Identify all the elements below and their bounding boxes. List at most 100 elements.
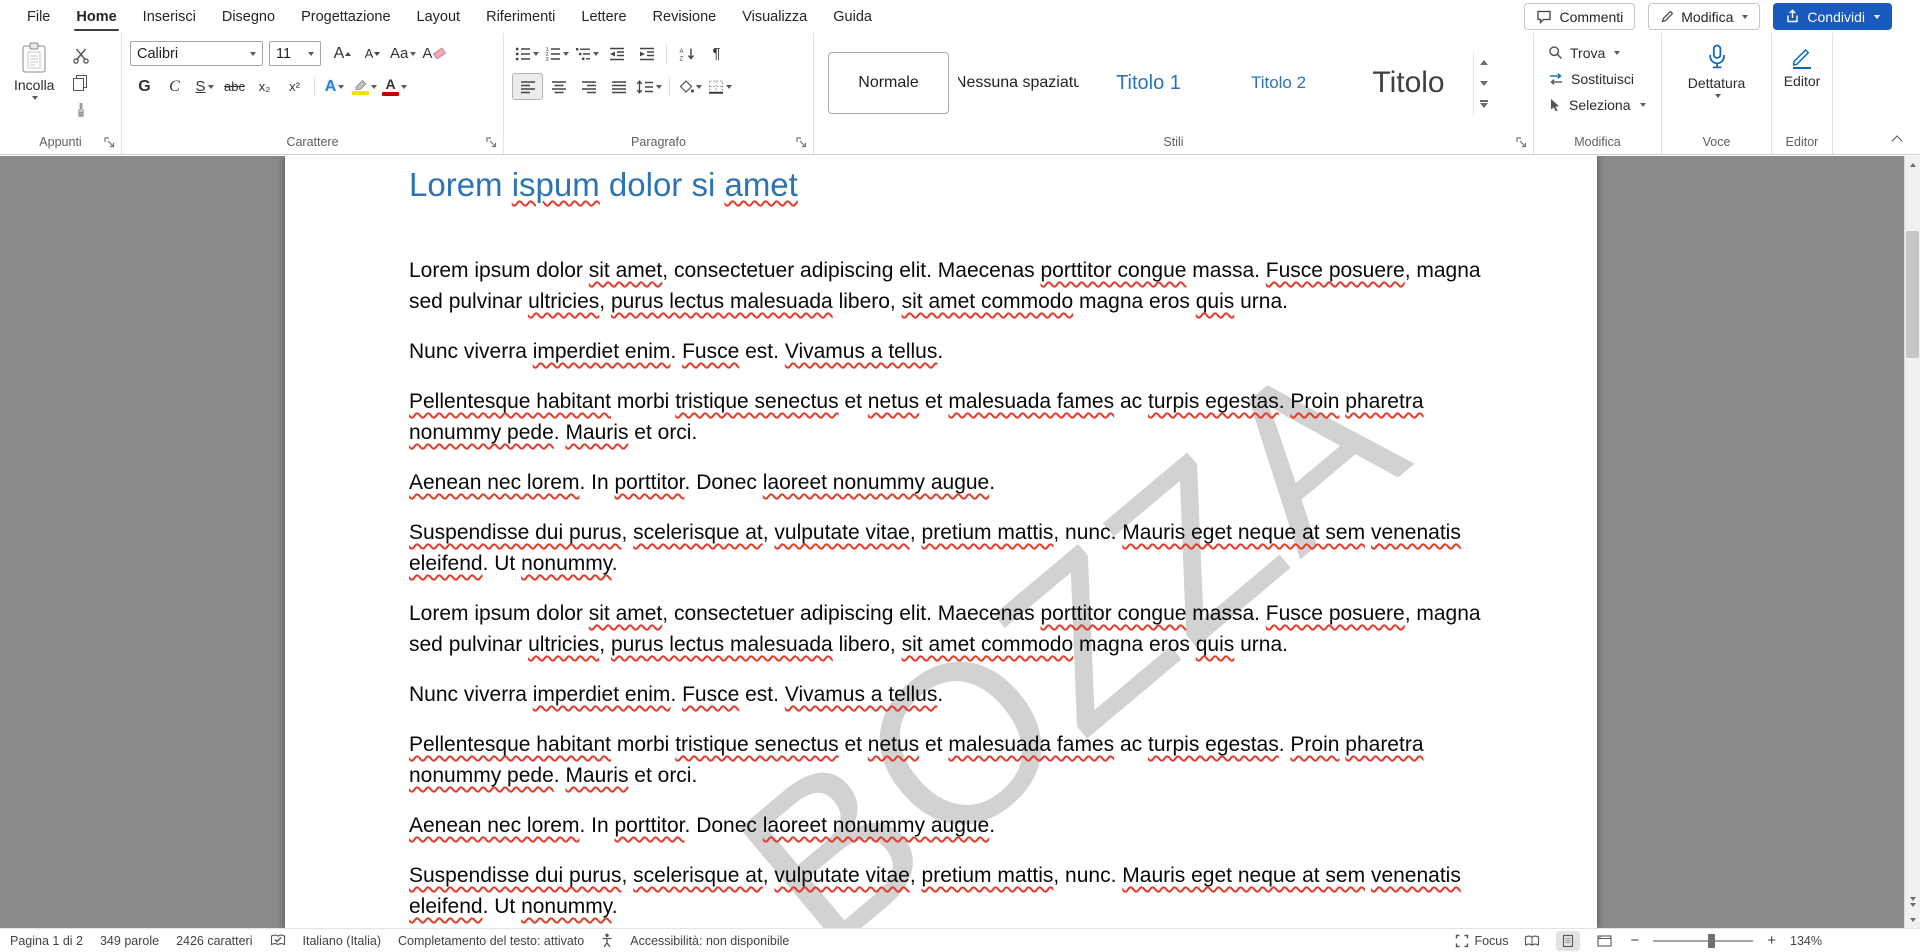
text-run[interactable]: , consectetuer adipiscing elit. (662, 602, 937, 625)
text-run[interactable]: , (910, 521, 922, 544)
text-run[interactable]: . (612, 552, 618, 575)
paragraph-dialog-launcher[interactable] (795, 136, 808, 149)
proofing-status-button[interactable] (270, 934, 286, 947)
misspelled-text[interactable]: scelerisque at (633, 521, 763, 544)
gallery-row-up-button[interactable] (1474, 52, 1494, 73)
text-run[interactable]: magna eros (1073, 290, 1196, 313)
clear-formatting-button[interactable]: A (419, 41, 448, 66)
misspelled-text[interactable]: tristique senectus (675, 390, 838, 413)
text-run[interactable]: , (910, 864, 922, 887)
misspelled-text[interactable]: Pellentesque habitant (409, 733, 611, 756)
font-size-select[interactable]: 11 (269, 41, 321, 66)
paragraph[interactable]: Nunc viverra imperdiet enim. Fusce est. … (409, 679, 1484, 710)
text-run[interactable]: . (670, 340, 682, 363)
text-run[interactable]: Lorem ipsum dolor (409, 602, 589, 625)
menu-tab-revisione[interactable]: Revisione (640, 0, 730, 33)
style-item-titolo-1[interactable]: Titolo 1 (1088, 52, 1209, 114)
editor-button[interactable]: Editor (1778, 37, 1827, 129)
misspelled-text[interactable]: ultricies (528, 290, 599, 313)
accessibility-status[interactable]: Accessibilità: non disponibile (630, 934, 789, 948)
bold-button[interactable]: G (130, 74, 159, 99)
shading-button[interactable] (675, 74, 704, 99)
text-run[interactable]: . Donec (685, 814, 763, 837)
scroll-down-button[interactable] (1905, 911, 1920, 928)
paragraph[interactable]: Lorem ipsum dolor sit amet, consectetuer… (409, 598, 1484, 660)
misspelled-text[interactable]: pretium mattis (922, 864, 1054, 887)
scrollbar-thumb[interactable] (1906, 231, 1919, 358)
dictate-button[interactable]: Dettatura (1682, 37, 1752, 129)
document-heading[interactable]: Lorem ispum dolor si amet (409, 166, 1484, 205)
misspelled-text[interactable]: Vivamus a tellus (785, 340, 938, 363)
text-run[interactable]: est. (739, 340, 785, 363)
document-page[interactable]: BOZZA Lorem ispum dolor si amet Lorem ip… (285, 156, 1597, 928)
misspelled-text[interactable]: porttitor congue (1041, 602, 1187, 625)
vertical-scrollbar[interactable] (1904, 156, 1920, 928)
text-run[interactable]: urna. (1234, 633, 1288, 656)
misspelled-text[interactable]: laoreet nonummy augue (763, 471, 989, 494)
replace-button[interactable]: Sostituisci (1542, 66, 1653, 91)
menu-tab-layout[interactable]: Layout (404, 0, 474, 33)
text-run[interactable]: . (612, 895, 618, 918)
misspelled-text[interactable]: Vivamus a tellus (785, 683, 938, 706)
show-formatting-button[interactable]: ¶ (702, 41, 731, 66)
text-run[interactable]: , (599, 633, 611, 656)
text-run[interactable]: . (937, 340, 943, 363)
text-run[interactable]: , (763, 521, 775, 544)
text-run[interactable]: . (1279, 390, 1291, 413)
misspelled-text[interactable]: Mauris eget neque at sem (1122, 521, 1365, 544)
misspelled-text[interactable]: sit amet (589, 602, 663, 625)
text-completion-status[interactable]: Completamento del testo: attivato (398, 934, 584, 948)
misspelled-text[interactable]: turpis egestas (1148, 733, 1279, 756)
misspelled-text[interactable]: Suspendisse dui purus (409, 521, 621, 544)
misspelled-text[interactable]: Aenean nec lorem (409, 471, 579, 494)
paragraph[interactable]: Aenean nec lorem. In porttitor. Donec la… (409, 467, 1484, 498)
text-run[interactable]: Nunc viverra (409, 683, 533, 706)
paragraph[interactable]: Pellentesque habitant morbi tristique se… (409, 386, 1484, 448)
misspelled-text[interactable]: Proin (1290, 390, 1339, 413)
borders-button[interactable] (705, 74, 734, 99)
gallery-expand-button[interactable] (1474, 94, 1494, 115)
misspelled-text[interactable]: Mauris (565, 421, 628, 444)
align-right-button[interactable] (574, 74, 603, 99)
strikethrough-button[interactable]: abc (220, 74, 249, 99)
style-item-normale[interactable]: Normale (828, 52, 949, 114)
misspelled-text[interactable]: sit amet commodo (902, 633, 1074, 656)
misspelled-text[interactable]: malesuada fames (948, 733, 1114, 756)
collapse-ribbon-button[interactable] (1888, 132, 1906, 146)
gallery-row-down-button[interactable] (1474, 73, 1494, 94)
misspelled-text[interactable]: laoreet nonummy augue (763, 814, 989, 837)
text-run[interactable]: et orci. (628, 421, 697, 444)
misspelled-text[interactable]: Pellentesque habitant (409, 390, 611, 413)
text-run[interactable]: . (670, 683, 682, 706)
language-indicator[interactable]: Italiano (Italia) (303, 934, 382, 948)
text-run[interactable]: Nunc viverra (409, 340, 533, 363)
change-case-button[interactable]: Aa (388, 41, 418, 66)
paragraph[interactable]: Nunc viverra imperdiet enim. Fusce est. … (409, 336, 1484, 367)
menu-tab-home[interactable]: Home (63, 0, 129, 33)
web-layout-button[interactable] (1592, 931, 1616, 951)
menu-tab-riferimenti[interactable]: Riferimenti (473, 0, 568, 33)
text-run[interactable]: , (599, 290, 611, 313)
zoom-slider-thumb[interactable] (1708, 934, 1715, 948)
copy-button[interactable] (66, 70, 95, 95)
comments-button[interactable]: Commenti (1524, 3, 1635, 30)
text-run[interactable]: libero, (833, 633, 902, 656)
style-item-titolo[interactable]: Titolo (1348, 52, 1469, 114)
char-count[interactable]: 2426 caratteri (176, 934, 252, 948)
text-run[interactable]: morbi (611, 390, 675, 413)
decrease-indent-button[interactable] (602, 41, 631, 66)
text-run[interactable]: et (839, 390, 868, 413)
font-name-select[interactable]: Calibri (130, 41, 263, 66)
misspelled-text[interactable]: quis (1196, 633, 1235, 656)
word-count[interactable]: 349 parole (100, 934, 159, 948)
text-run[interactable]: Lorem (409, 166, 512, 203)
align-left-button[interactable] (512, 73, 543, 100)
text-run[interactable]: est. (739, 683, 785, 706)
misspelled-text[interactable]: Mauris eget neque at sem (1122, 864, 1365, 887)
font-color-button[interactable]: A (380, 74, 409, 99)
misspelled-text[interactable]: Proin (1290, 733, 1339, 756)
style-item-titolo-2[interactable]: Titolo 2 (1218, 52, 1339, 114)
highlight-color-button[interactable] (350, 74, 379, 99)
styles-dialog-launcher[interactable] (1515, 136, 1528, 149)
misspelled-text[interactable]: malesuada fames (948, 390, 1114, 413)
